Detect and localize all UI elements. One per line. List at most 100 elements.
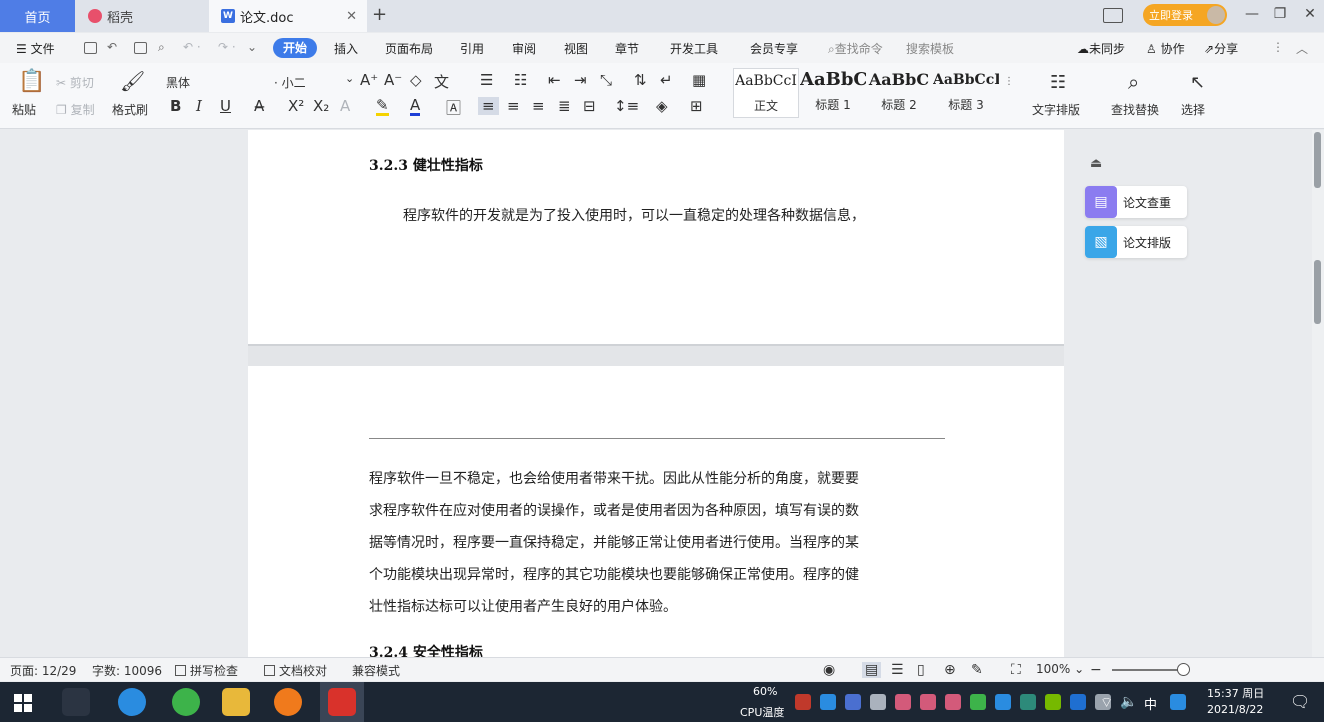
tab-document[interactable]: W 论文.doc ✕ [209,0,367,32]
document-page[interactable]: 程序软件一旦不稳定，也会给使用者带来干扰。因此从性能分析的角度，就要要 求程序软… [248,366,1064,657]
fan-app-icon[interactable] [62,688,90,716]
menu-chapter[interactable]: 章节 [615,40,639,57]
restore-icon[interactable]: ❐ [1270,6,1290,22]
scroll-thumb[interactable] [1314,260,1321,324]
shrink-font-icon[interactable]: A⁻ [384,71,402,89]
tray-app-icon[interactable] [895,694,911,710]
web-view-icon[interactable]: ⊕ [944,662,956,678]
font-select[interactable]: 黑体 [166,74,268,91]
sync-button[interactable]: ☁未同步 [1077,40,1125,57]
italic-icon[interactable]: I [196,97,202,115]
text-effect-icon[interactable]: A [340,97,350,115]
find-replace-button[interactable]: 查找替换 [1111,101,1159,118]
volume-icon[interactable]: 🔈 [1120,694,1137,710]
undo-icon[interactable]: ↶ · [183,40,201,54]
subscript-icon[interactable]: X₂ [313,97,329,115]
menu-reference[interactable]: 引用 [460,40,484,57]
page-indicator[interactable]: 页面: 12/29 [10,662,76,679]
save-icon[interactable] [84,42,97,54]
align-center-icon[interactable]: ≡ [507,97,520,115]
table-tab-icon[interactable]: ▦ [692,71,706,89]
spell-check-toggle[interactable]: 拼写检查 [175,662,238,679]
pen-icon[interactable]: ✎ [971,662,983,678]
ie-browser-icon[interactable] [118,688,146,716]
paragraph-mark-icon[interactable]: ↵ [660,71,673,89]
share-button[interactable]: ⇗分享 [1204,40,1238,57]
distributed-icon[interactable]: ⊟ [583,97,596,115]
select-button[interactable]: 选择 [1181,101,1205,118]
tray-app-icon[interactable] [1020,694,1036,710]
paper-check-button[interactable]: ▤ 论文查重 [1085,186,1187,218]
wps-taskbar-button[interactable] [320,682,364,722]
clear-format-icon[interactable]: ◇ [410,71,422,89]
tray-app-icon[interactable] [945,694,961,710]
menu-developer[interactable]: 开发工具 [670,40,718,57]
reading-view-icon[interactable]: ▯ [917,662,925,678]
paste-icon[interactable]: 📋 [18,69,45,94]
strikethrough-icon[interactable]: A̶ [254,97,264,115]
layout-icon[interactable] [1103,8,1123,23]
cursor-icon[interactable]: ↖ [1190,72,1205,93]
collab-button[interactable]: ♙ 协作 [1146,40,1185,57]
panel-collapse-icon[interactable]: ⏏ [1090,156,1102,171]
document-page[interactable]: 3.2.3 健壮性指标 程序软件的开发就是为了投入使用时，可以一直稳定的处理各种… [248,130,1064,344]
justify-icon[interactable]: ≣ [558,97,571,115]
chevron-down-icon[interactable]: ⌄ [345,72,354,85]
char-border-icon[interactable]: 🄰 [446,97,461,118]
redo-icon[interactable]: ↷ · [218,40,236,54]
print-icon[interactable] [134,42,147,54]
windows-start-icon[interactable] [14,694,32,712]
wifi-icon[interactable]: ⌔ [1100,694,1113,712]
green-app-icon[interactable] [172,688,200,716]
doc-proof-button[interactable]: 文档校对 [264,662,327,679]
line-spacing-icon[interactable]: ↕≡ [614,97,639,115]
tray-app-icon[interactable] [795,694,811,710]
brush-icon[interactable]: 🖌 [120,69,145,93]
tray-app-icon[interactable] [920,694,936,710]
close-window-icon[interactable]: ✕ [1300,6,1320,22]
font-color-icon[interactable]: A [410,97,421,116]
tray-app-icon[interactable] [970,694,986,710]
style-normal[interactable]: AaBbCcI 正文 [733,68,799,118]
eye-icon[interactable]: ◉ [823,662,835,678]
highlight-icon[interactable]: ✎ [376,97,389,116]
collapse-ribbon-icon[interactable]: ︿ [1296,40,1308,57]
tray-app-icon[interactable] [820,694,836,710]
tray-app-icon[interactable] [995,694,1011,710]
zoom-out-icon[interactable]: − [1090,662,1102,678]
text-layout-icon[interactable]: ☷ [1050,72,1066,93]
style-heading2[interactable]: AaBbC 标题 2 [866,68,932,118]
fit-page-icon[interactable]: ⛶ [1011,662,1021,678]
nvidia-icon[interactable] [1045,694,1061,710]
magnifier-icon[interactable]: ⌕ [1128,70,1139,94]
ime-indicator[interactable]: 中 [1144,694,1157,713]
file-explorer-icon[interactable] [222,688,250,716]
zoom-slider-handle[interactable] [1177,663,1190,676]
zoom-slider[interactable] [1112,669,1184,671]
style-gallery-scroll-icon[interactable]: ⋮ [1004,76,1014,87]
tab-daoke[interactable]: 稻壳 [76,0,208,32]
pinyin-icon[interactable]: 文 [434,71,449,92]
border-icon[interactable]: ⊞ [690,97,703,115]
new-tab-button[interactable]: + [372,4,392,25]
superscript-icon[interactable]: X² [288,97,304,115]
page-view-icon[interactable]: ▤ [862,662,882,678]
format-painter-button[interactable]: 格式刷 [112,101,148,118]
menu-page-layout[interactable]: 页面布局 [385,40,433,57]
close-icon[interactable]: ✕ [346,9,357,24]
minimize-icon[interactable]: — [1242,6,1262,22]
print-preview-icon[interactable]: ⌕ [158,40,165,55]
file-menu[interactable]: ☰ 文件 [16,40,55,57]
orange-app-icon[interactable] [274,688,302,716]
align-left-icon[interactable]: ≡ [478,97,499,115]
login-button[interactable]: 立即登录 [1143,4,1227,26]
bold-icon[interactable]: B [170,97,181,115]
menu-member[interactable]: 会员专享 [750,40,798,57]
scroll-thumb[interactable] [1314,132,1321,188]
clock-date[interactable]: 2021/8/22 [1207,703,1263,716]
outline-view-icon[interactable]: ☰ [891,662,904,678]
menu-start[interactable]: 开始 [273,38,317,58]
indent-icon[interactable]: ⇥ [574,71,587,89]
paper-format-button[interactable]: ▧ 论文排版 [1085,226,1187,258]
bullet-list-icon[interactable]: ☰ [480,71,493,89]
